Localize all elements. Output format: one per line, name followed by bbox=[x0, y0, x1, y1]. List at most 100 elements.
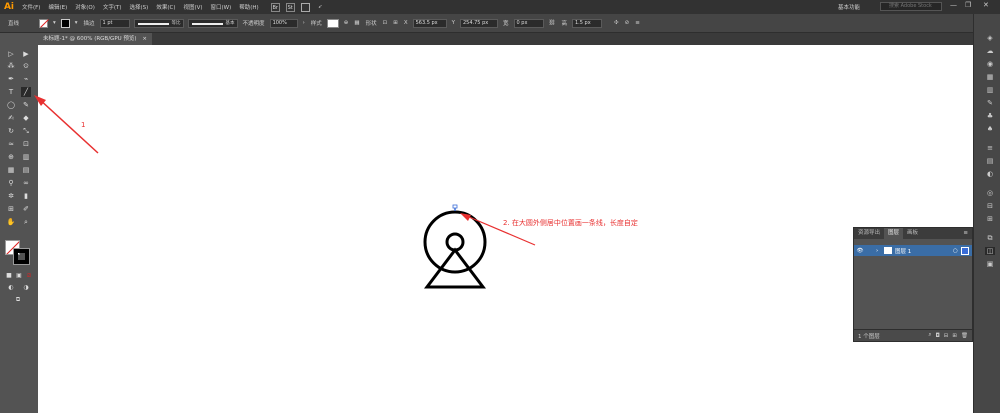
gradient-mode-icon[interactable]: ▣ bbox=[14, 271, 24, 281]
slice-tool-icon[interactable]: ✐ bbox=[21, 204, 31, 214]
pathfinder-panel-icon[interactable]: ⧉ bbox=[985, 234, 995, 242]
tab-layers[interactable]: 图层 bbox=[884, 228, 904, 239]
color-mode-icon[interactable]: ■ bbox=[4, 271, 14, 281]
workspace-switcher[interactable]: 基本功能 bbox=[838, 3, 860, 11]
opacity-arrow-icon[interactable]: › bbox=[303, 20, 305, 26]
libraries-panel-icon[interactable]: ☁ bbox=[985, 47, 995, 55]
style-label[interactable]: 样式 bbox=[311, 19, 322, 27]
make-clipping-mask-icon[interactable]: ◘ bbox=[935, 333, 939, 339]
bridge-icon[interactable]: Br bbox=[270, 2, 280, 12]
close-window-button[interactable]: ✕ bbox=[983, 1, 989, 9]
column-graph-tool-icon[interactable]: ▮ bbox=[21, 191, 31, 201]
color-panel-icon[interactable]: ◉ bbox=[985, 60, 995, 68]
stock-search-input[interactable]: 搜索 Adobe Stock bbox=[880, 2, 942, 11]
layer-name[interactable]: 图层 1 bbox=[895, 247, 953, 255]
menu-select[interactable]: 选择(S) bbox=[126, 3, 153, 11]
shape-label[interactable]: 形状 bbox=[366, 19, 377, 27]
x-field[interactable]: 563.5 px bbox=[412, 18, 447, 28]
target-circle-icon[interactable]: ○ bbox=[953, 248, 961, 254]
brush-label: 基本 bbox=[225, 20, 235, 26]
layer-row[interactable]: 👁 › 图层 1 ○ bbox=[854, 245, 972, 256]
symbols-panel-icon[interactable]: ♣ bbox=[985, 112, 995, 120]
stock-icon[interactable]: St bbox=[285, 2, 295, 12]
align-grid-icon[interactable]: ▦ bbox=[354, 20, 359, 26]
gradient-panel-icon[interactable]: ▤ bbox=[985, 157, 995, 165]
panel-menu-icon[interactable]: ≡ bbox=[635, 20, 640, 26]
appearance-panel-icon[interactable]: ◎ bbox=[985, 189, 995, 197]
fill-stroke-widget[interactable] bbox=[5, 240, 31, 266]
color-guide-icon[interactable]: ▥ bbox=[985, 86, 995, 94]
transform-panel-icon[interactable]: ⊞ bbox=[985, 215, 995, 223]
new-sublayer-icon[interactable]: ⊟ bbox=[944, 333, 949, 339]
gpu-rocket-icon[interactable]: ➶ bbox=[316, 3, 325, 12]
profile-label: 等比 bbox=[171, 20, 181, 26]
control-bar: 直线 ▾ ▾ 描边 1 pt 等比 基本 不透明度 100% › 样式 ⊕ ▦ … bbox=[0, 14, 1000, 33]
draw-mode-icon[interactable]: ◐ bbox=[6, 283, 16, 293]
tab-asset-export[interactable]: 资源导出 bbox=[854, 228, 884, 239]
layers-panel-icon[interactable]: ◫ bbox=[985, 247, 995, 255]
y-label: Y bbox=[451, 20, 455, 26]
zoom-tool-icon[interactable]: ⌕ bbox=[21, 217, 31, 227]
x-label: X bbox=[403, 20, 408, 26]
annotation-step-2: 2. 在大圆外侧居中位置画一条线，长度自定 bbox=[503, 219, 638, 227]
none-mode-icon[interactable]: ⧄ bbox=[24, 271, 34, 281]
symbol-sprayer-tool-icon[interactable]: ✲ bbox=[6, 191, 16, 201]
hand-tool-icon[interactable]: ✋ bbox=[6, 217, 16, 227]
graphic-styles-icon[interactable]: ♠ bbox=[985, 125, 995, 133]
artboard-canvas[interactable]: 2. 在大圆外侧居中位置画一条线，长度自定 1 bbox=[38, 45, 973, 413]
close-tab-icon[interactable]: × bbox=[142, 36, 147, 42]
artboard-tool-icon[interactable]: ⊞ bbox=[6, 204, 16, 214]
isolate-icon[interactable]: ⊘ bbox=[625, 20, 630, 26]
selection-handle bbox=[452, 204, 458, 209]
variable-width-profile[interactable]: 等比 bbox=[133, 18, 184, 28]
eyedropper-tool-icon[interactable]: ⚲ bbox=[6, 178, 16, 188]
minimize-button[interactable]: — bbox=[950, 1, 957, 9]
opacity-label[interactable]: 不透明度 bbox=[243, 19, 265, 27]
outer-circle bbox=[423, 210, 487, 274]
new-layer-icon[interactable]: ⊞ bbox=[952, 333, 957, 339]
y-field[interactable]: 254.75 px bbox=[459, 18, 498, 28]
artboards-panel-icon[interactable]: ▣ bbox=[985, 260, 995, 268]
constrain-link-icon[interactable]: ⛓ bbox=[549, 20, 556, 26]
brushes-panel-icon[interactable]: ✎ bbox=[985, 99, 995, 107]
menu-window[interactable]: 窗口(W) bbox=[207, 3, 236, 11]
layers-panel-tabs: 资源导出 图层 画板 ≡ bbox=[854, 228, 972, 239]
w-label: 宽 bbox=[502, 21, 509, 27]
menu-effect[interactable]: 效果(C) bbox=[152, 3, 179, 11]
layers-panel-footer: 1 个图层 ⌕ ◘ ⊟ ⊞ 🗑 bbox=[854, 329, 972, 341]
properties-panel-icon[interactable]: ◈ bbox=[985, 34, 995, 42]
h-field[interactable]: 1.5 px bbox=[572, 18, 602, 28]
transparency-panel-icon[interactable]: ◐ bbox=[985, 170, 995, 178]
recolor-icon[interactable]: ⊕ bbox=[344, 20, 349, 26]
tab-artboards[interactable]: 画板 bbox=[903, 228, 922, 239]
document-tab-bar: 未标题-1* @ 600% (RGB/GPU 预览) × bbox=[38, 33, 973, 45]
swatches-panel-icon[interactable]: ▦ bbox=[985, 73, 995, 81]
annotation-arrow-1 bbox=[34, 95, 99, 154]
w-field[interactable]: 0 px bbox=[513, 18, 544, 28]
align-to-icon[interactable]: ⊡ bbox=[383, 20, 388, 26]
delete-layer-icon[interactable]: 🗑 bbox=[961, 333, 968, 339]
edit-toolbar-icon[interactable]: ⧉ bbox=[13, 295, 23, 305]
panel-menu-icon[interactable]: ≡ bbox=[959, 228, 972, 239]
stroke-box[interactable] bbox=[13, 248, 30, 265]
mesh-tool-icon[interactable]: ▦ bbox=[6, 165, 16, 175]
transform-icon[interactable]: ✣ bbox=[614, 20, 619, 26]
align-panel-icon[interactable]: ⊟ bbox=[985, 202, 995, 210]
screen-mode-icon[interactable]: ◑ bbox=[21, 283, 31, 293]
locate-object-icon[interactable]: ⌕ bbox=[928, 332, 931, 339]
visibility-eye-icon[interactable]: 👁 bbox=[854, 248, 866, 254]
menu-view[interactable]: 视图(V) bbox=[179, 3, 206, 11]
opacity-field[interactable]: 100% bbox=[269, 18, 298, 28]
gradient-tool-icon[interactable]: ▤ bbox=[21, 165, 31, 175]
arrange-documents-icon[interactable] bbox=[300, 2, 310, 12]
expand-arrow-icon[interactable]: › bbox=[876, 248, 884, 254]
brush-definition[interactable]: 基本 bbox=[187, 18, 238, 28]
restore-button[interactable]: ❐ bbox=[965, 1, 971, 9]
layer-count: 1 个图层 bbox=[858, 333, 880, 340]
menu-help[interactable]: 帮助(H) bbox=[235, 3, 262, 11]
stroke-panel-icon[interactable]: ≡ bbox=[985, 144, 995, 152]
graphic-style-swatch[interactable] bbox=[326, 18, 339, 28]
reference-point-icon[interactable]: ⊞ bbox=[393, 20, 398, 26]
selection-indicator-icon bbox=[961, 246, 969, 255]
blend-tool-icon[interactable]: ∞ bbox=[21, 178, 31, 188]
